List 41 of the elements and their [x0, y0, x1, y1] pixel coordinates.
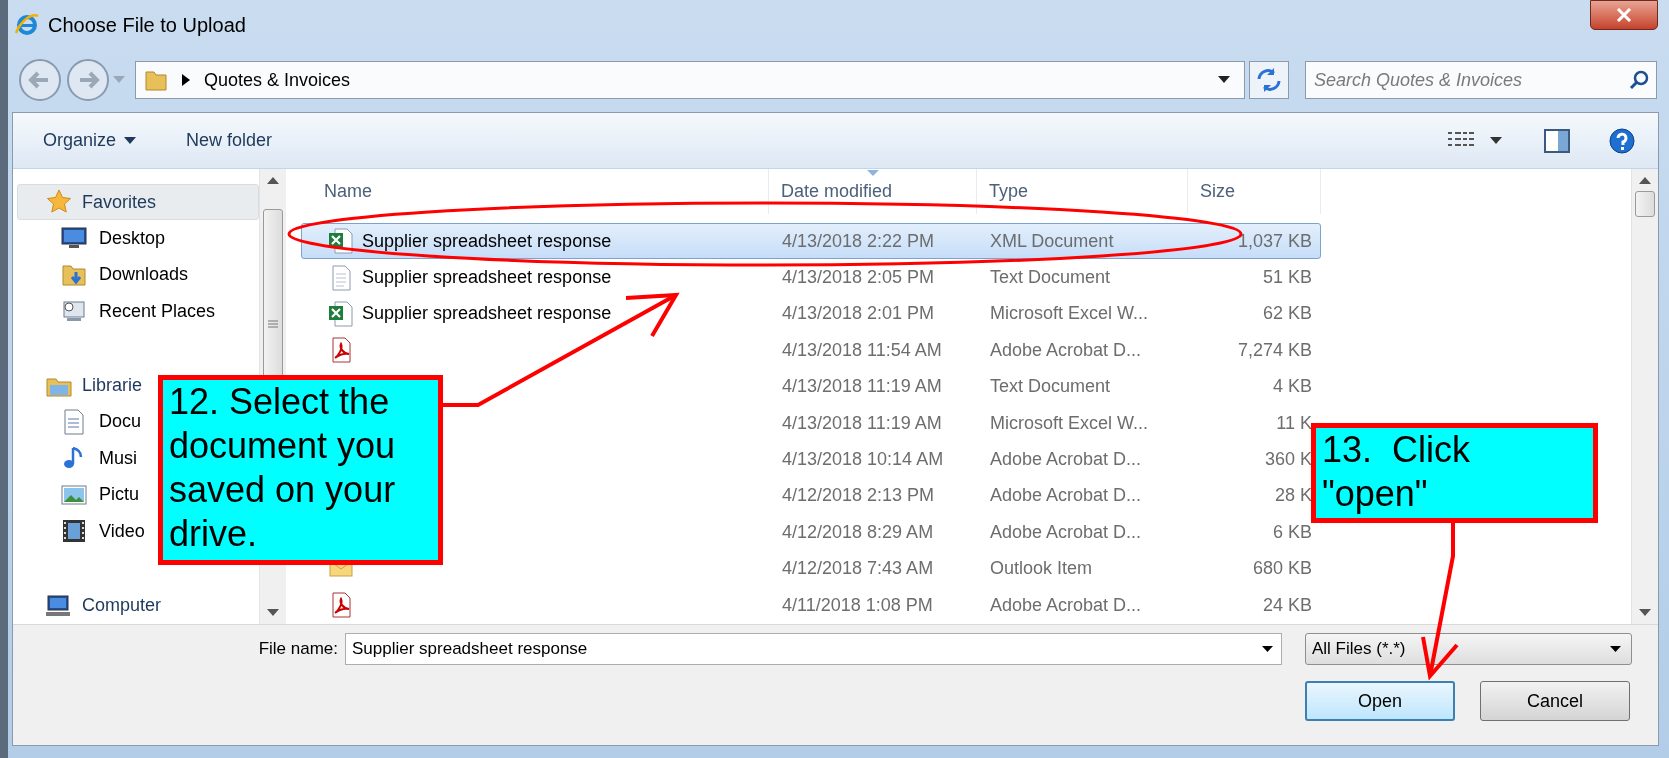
date-cell-text: 4/13/2018 2:05 PM — [781, 266, 936, 290]
size-cell-text: 7,274 KB — [1236, 338, 1313, 362]
type-cell-text: XML Document — [989, 229, 1115, 253]
date-cell-text: 4/13/2018 11:54 AM — [781, 338, 943, 362]
window-title: Choose File to Upload — [48, 13, 246, 38]
field-label: File name: — [257, 638, 338, 661]
date-cell-text: 4/12/2018 8:29 AM — [781, 520, 935, 544]
type-cell-text: Text Document — [989, 375, 1112, 399]
date-cell-text: 4/11/2018 1:08 PM — [781, 593, 934, 617]
date-cell-text: 4/12/2018 7:43 AM — [781, 557, 935, 581]
size-cell-text: 1,037 KB — [1236, 229, 1313, 253]
date-cell-text: 4/13/2018 2:01 PM — [781, 302, 936, 326]
size-cell-text: 62 KB — [1261, 302, 1313, 326]
file-name: Supplier spreadsheet response — [362, 266, 612, 290]
date-cell-text: 4/13/2018 2:22 PM — [781, 229, 936, 253]
file-name: Supplier spreadsheet response — [362, 229, 612, 253]
size-cell-text: 11 K — [1275, 411, 1313, 435]
size-cell-text: 28 K — [1273, 484, 1313, 508]
type-cell-text: Adobe Acrobat D... — [989, 338, 1143, 362]
date-cell-text: 4/13/2018 11:19 AM — [781, 411, 943, 435]
size-cell-text: 51 KB — [1261, 266, 1313, 290]
type-cell-text: Microsoft Excel W... — [989, 411, 1150, 435]
size-cell-text: 4 KB — [1271, 375, 1313, 399]
size-cell-text: 360 K — [1263, 448, 1313, 472]
size-cell-text: 6 KB — [1271, 520, 1313, 544]
callout-tooltip: 12. Select the document you saved on your drive. — [158, 375, 443, 565]
type-cell-text: Microsoft Excel W... — [989, 302, 1150, 326]
date-cell-text: 4/13/2018 10:14 AM — [781, 448, 945, 472]
type-cell-text: Adobe Acrobat D... — [989, 448, 1143, 472]
address-path: Quotes & Invoices — [204, 68, 351, 92]
type-cell-text: Adobe Acrobat D... — [989, 593, 1143, 617]
size-cell-text: 24 KB — [1261, 593, 1313, 617]
type-cell-text: Adobe Acrobat D... — [989, 484, 1143, 508]
type-cell-text: Adobe Acrobat D... — [989, 520, 1143, 544]
file-name: Supplier spreadsheet response — [362, 302, 612, 326]
date-cell-text: 4/13/2018 11:19 AM — [781, 375, 943, 399]
type-cell-text: Text Document — [989, 266, 1112, 290]
date-cell-text: 4/12/2018 2:13 PM — [781, 484, 936, 508]
type-cell-text: Outlook Item — [989, 557, 1094, 581]
size-cell-text: 680 KB — [1251, 557, 1313, 581]
callout-tooltip: 13. Click "open" — [1311, 423, 1598, 523]
